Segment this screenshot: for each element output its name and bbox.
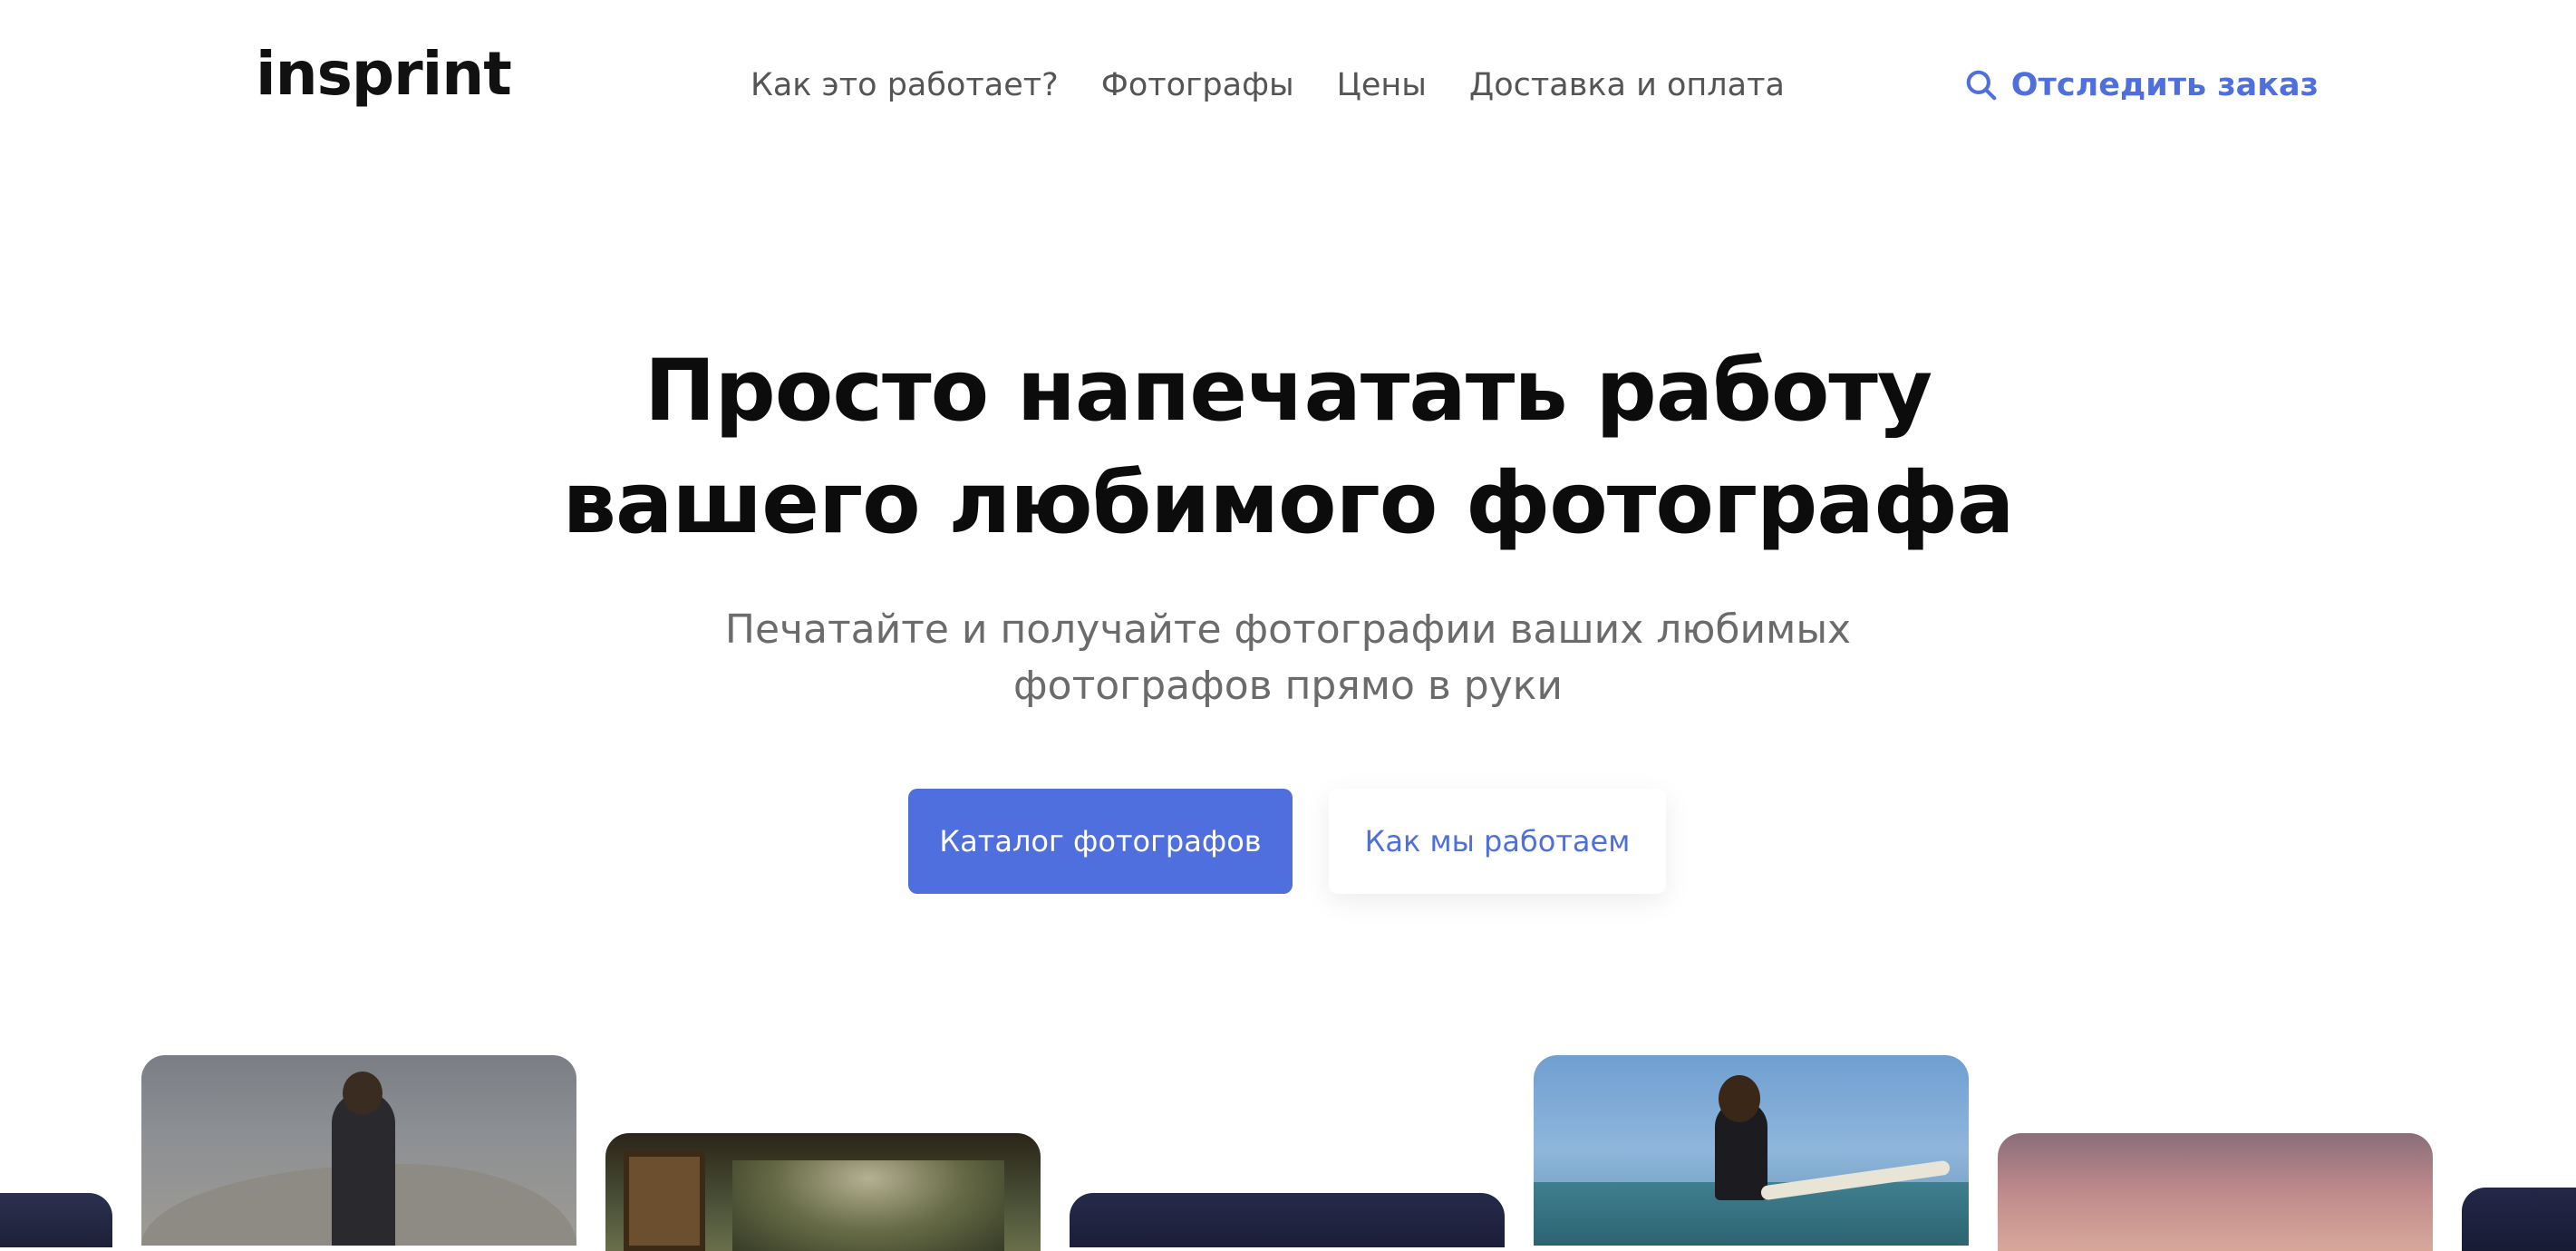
nav-how-it-works[interactable]: Как это работает? xyxy=(751,63,1059,107)
hero-subtitle: Печатайте и получайте фотографии ваших л… xyxy=(0,602,2576,714)
search-icon xyxy=(1966,70,1997,101)
photo-card[interactable] xyxy=(2462,1188,2576,1251)
how-we-work-button[interactable]: Как мы работаем xyxy=(1329,789,1666,894)
hero-title: Просто напечатать работу вашего любимого… xyxy=(0,335,2576,560)
photo-card[interactable] xyxy=(141,1055,576,1246)
photo-door xyxy=(624,1151,705,1251)
hero-subtitle-line-2: фотографов прямо в руки xyxy=(1013,663,1563,709)
hero-title-line-2: вашего любимого фотографа xyxy=(562,454,2015,553)
photo-card[interactable] xyxy=(605,1133,1041,1251)
logo[interactable]: insprint xyxy=(256,38,512,111)
hero-subtitle-line-1: Печатайте и получайте фотографии ваших л… xyxy=(724,606,1852,653)
track-order-label: Отследить заказ xyxy=(2010,67,2319,103)
nav-delivery-payment[interactable]: Доставка и оплата xyxy=(1469,63,1785,107)
photo-card[interactable] xyxy=(1070,1193,1505,1247)
hero-title-line-1: Просто напечатать работу xyxy=(644,342,1932,441)
main-nav: Как это работает? Фотографы Цены Доставк… xyxy=(751,63,1785,107)
nav-photographers[interactable]: Фотографы xyxy=(1101,63,1294,107)
photo-surfer-head xyxy=(1719,1075,1760,1122)
photo-card[interactable] xyxy=(1998,1133,2433,1251)
photo-card[interactable] xyxy=(1534,1055,1969,1246)
photo-card[interactable] xyxy=(0,1193,112,1247)
nav-prices[interactable]: Цены xyxy=(1337,63,1427,107)
site-header: insprint Как это работает? Фотографы Цен… xyxy=(0,0,2576,163)
track-order-link[interactable]: Отследить заказ xyxy=(1964,63,2319,107)
photo-palm xyxy=(732,1160,1004,1251)
catalog-button[interactable]: Каталог фотографов xyxy=(908,789,1293,894)
photo-person-head xyxy=(343,1072,383,1115)
